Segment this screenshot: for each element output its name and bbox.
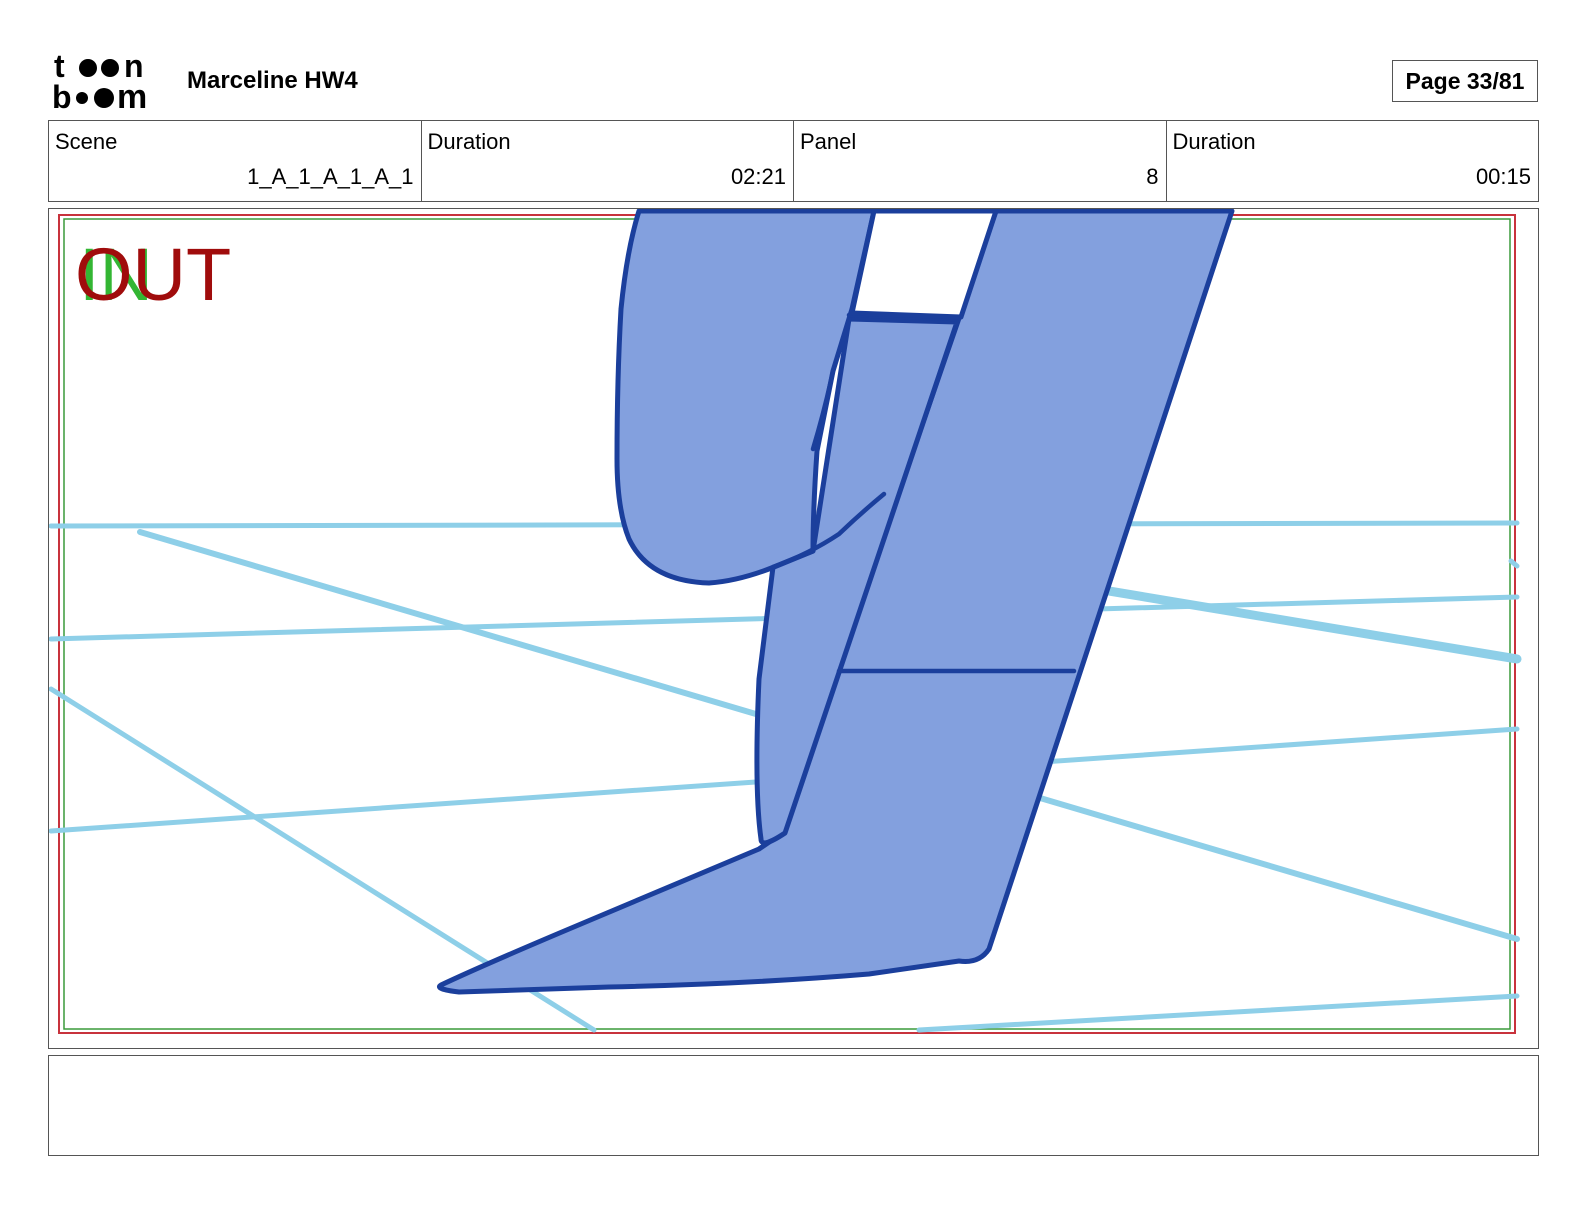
scene-cell: Scene 1_A_1_A_1_A_1: [49, 121, 422, 201]
project-title: Marceline HW4: [187, 67, 358, 94]
svg-text:b: b: [52, 79, 72, 112]
scene-label: Scene: [55, 129, 118, 154]
panel-duration-value: 00:15: [1475, 164, 1531, 189]
panel-image: IN OUT: [48, 208, 1539, 1049]
panel-value: 8: [1146, 164, 1159, 189]
logo-mark: t n b m: [52, 48, 147, 116]
scene-duration-label: Duration: [427, 129, 511, 154]
panel-label: Panel: [800, 129, 857, 154]
svg-text:m: m: [117, 78, 147, 112]
page-number: Page 33/81: [1392, 60, 1538, 102]
scene-value: 1_A_1_A_1_A_1: [247, 164, 414, 189]
out-marker: OUT: [75, 233, 232, 316]
panel-cell: Panel 8: [794, 121, 1167, 201]
scene-info-table: Scene 1_A_1_A_1_A_1 Duration 02:21 Panel…: [48, 120, 1539, 202]
toon-boom-logo: t n b m: [52, 48, 164, 116]
panel-duration-cell: Duration 00:15: [1167, 121, 1539, 201]
scene-duration-cell: Duration 02:21: [422, 121, 794, 201]
notes-box[interactable]: [48, 1055, 1539, 1156]
panel-drawing: [49, 209, 1522, 1034]
panel-duration-label: Duration: [1172, 129, 1256, 154]
scene-duration-value: 02:21: [730, 164, 786, 189]
